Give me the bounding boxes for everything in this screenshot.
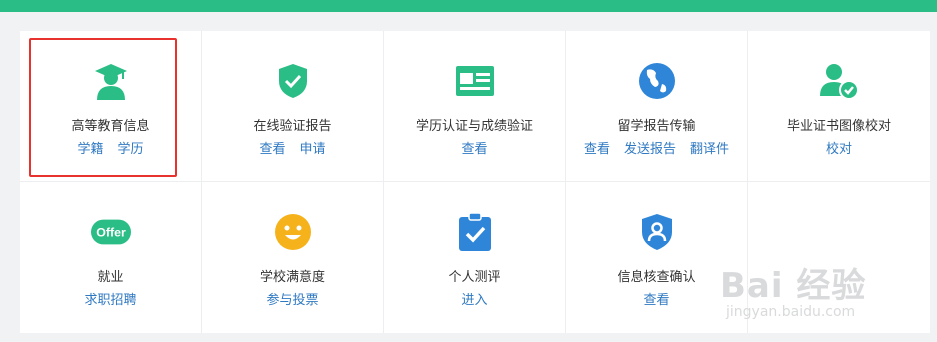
- service-grid: 高等教育信息 学籍 学历 在线验证报告 查看 申请 学历认证与成绩验证 查看 留…: [20, 31, 930, 333]
- service-info-verification[interactable]: 信息核查确认 查看: [566, 182, 748, 333]
- service-employment[interactable]: Offer 就业 求职招聘: [20, 182, 202, 333]
- graduate-cap-icon: [91, 61, 131, 101]
- job-search-link[interactable]: 求职招聘: [84, 293, 136, 309]
- view-link[interactable]: 查看: [643, 293, 669, 309]
- service-school-satisfaction[interactable]: 学校满意度 参与投票: [202, 182, 384, 333]
- view-link[interactable]: 查看: [584, 142, 610, 158]
- view-link[interactable]: 查看: [259, 142, 285, 158]
- clipboard-check-icon: [455, 212, 495, 252]
- service-title: 就业: [97, 270, 124, 285]
- offer-badge-icon: Offer: [90, 212, 131, 252]
- service-title: 毕业证书图像校对: [786, 119, 891, 134]
- shield-user-icon: [637, 212, 677, 252]
- service-study-abroad-report[interactable]: 留学报告传输 查看 发送报告 翻译件: [566, 31, 748, 182]
- proofread-link[interactable]: 校对: [826, 142, 852, 158]
- offer-badge-text: Offer: [96, 225, 126, 239]
- user-check-icon: [819, 61, 859, 101]
- service-title: 信息核查确认: [617, 270, 696, 285]
- service-title: 学历认证与成绩验证: [415, 119, 533, 134]
- service-degree-certification[interactable]: 学历认证与成绩验证 查看: [384, 31, 566, 182]
- shield-check-icon: [273, 61, 313, 101]
- translation-link[interactable]: 翻译件: [690, 142, 729, 158]
- service-title: 个人测评: [448, 270, 501, 285]
- degree-link[interactable]: 学历: [118, 142, 144, 158]
- top-accent-bar: [0, 0, 937, 12]
- globe-icon: [637, 61, 677, 101]
- empty-cell: [748, 182, 930, 333]
- enter-link[interactable]: 进入: [461, 293, 487, 309]
- service-online-verification[interactable]: 在线验证报告 查看 申请: [202, 31, 384, 182]
- smiley-icon: [273, 212, 313, 252]
- service-title: 在线验证报告: [253, 119, 332, 134]
- student-status-link[interactable]: 学籍: [77, 142, 103, 158]
- view-link[interactable]: 查看: [461, 142, 487, 158]
- service-personal-assessment[interactable]: 个人测评 进入: [384, 182, 566, 333]
- service-title: 高等教育信息: [71, 119, 150, 134]
- service-diploma-image-check[interactable]: 毕业证书图像校对 校对: [748, 31, 930, 182]
- vote-link[interactable]: 参与投票: [266, 293, 318, 309]
- send-report-link[interactable]: 发送报告: [624, 142, 676, 158]
- service-title: 学校满意度: [259, 270, 325, 285]
- apply-link[interactable]: 申请: [300, 142, 326, 158]
- id-card-icon: [455, 61, 495, 101]
- service-higher-education[interactable]: 高等教育信息 学籍 学历: [20, 31, 202, 182]
- service-title: 留学报告传输: [617, 119, 696, 134]
